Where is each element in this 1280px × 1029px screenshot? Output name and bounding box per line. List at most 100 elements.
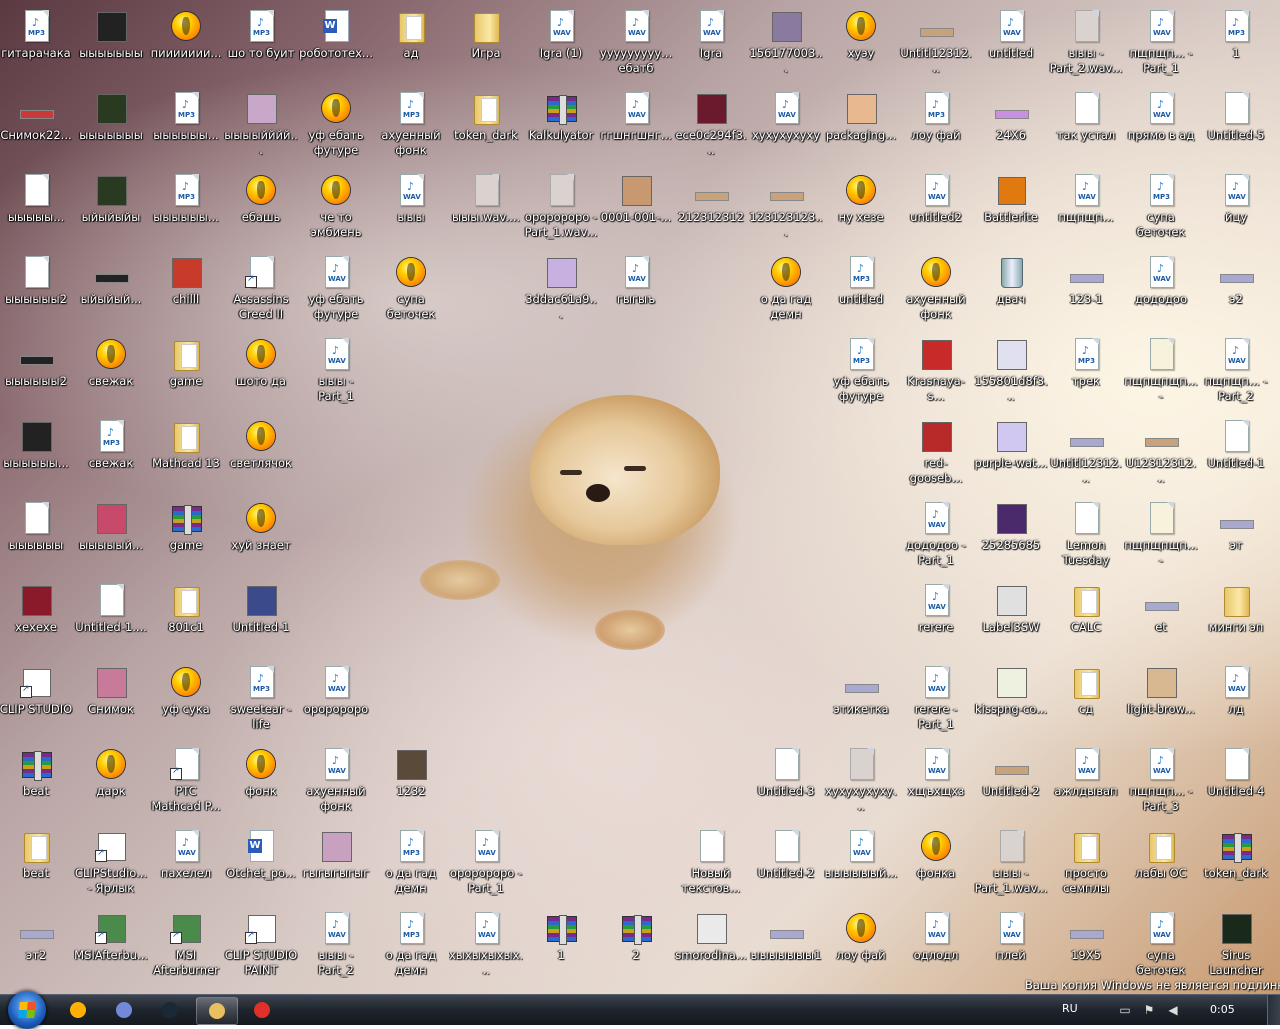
desktop-icon[interactable]: token_dark [1199,828,1273,910]
desktop-icon[interactable]: ♪ WAV хыхыхыхых... [449,910,523,992]
desktop-icon[interactable]: ♪ MP3 о да гад демн [374,910,448,992]
desktop-icon[interactable]: CLIP STUDIO [0,664,73,746]
desktop-icon[interactable]: ♪ MP3 untitled [824,254,898,336]
desktop-icon[interactable]: ыыыыыы2 [0,254,73,336]
desktop-icon[interactable]: ♪ WAV ыыы [374,172,448,254]
desktop-icon[interactable]: ыыыыйййй... [224,90,298,172]
desktop-icon[interactable]: ♪ WAV хщъхщхз [899,746,973,828]
taskbar-yandex-browser-button[interactable] [242,997,282,1023]
desktop-icon[interactable]: game [149,500,223,582]
desktop-icon[interactable]: ♪ WAV лд [1199,664,1273,746]
desktop-icon[interactable]: свежак [74,336,148,418]
desktop-icon[interactable]: ♪ MP3 ыыыыыы... [149,90,223,172]
desktop-icon[interactable]: ахуенный фонк [899,254,973,336]
desktop-icon[interactable]: ыыыыыыы [74,8,148,90]
desktop-icon[interactable]: о да гад демн [749,254,823,336]
desktop-icon[interactable]: 155801d8f3... [974,336,1048,418]
desktop-icon[interactable]: Untitled-1 [224,582,298,664]
desktop-icon[interactable]: CALC [1049,582,1123,664]
desktop-icon[interactable]: ыыыыыы2 [0,336,73,418]
desktop-icon[interactable]: 1 [524,910,598,992]
desktop-icon[interactable]: 1232 [374,746,448,828]
taskbar-steam-button[interactable] [150,997,190,1023]
desktop-icon[interactable]: beat [0,746,73,828]
desktop-icon[interactable]: ♪ WAV пщпщп... - Part_1 [1124,8,1198,90]
desktop-icon[interactable]: шото да [224,336,298,418]
desktop-icon[interactable]: ыыыыыыы1 [749,910,823,992]
taskbar-clock[interactable]: 0:05 [1210,1003,1235,1016]
desktop-icon[interactable]: ыыыыы... [0,172,73,254]
desktop-icon[interactable]: робототех... [299,8,373,90]
show-desktop-button[interactable] [1267,995,1280,1025]
desktop-icon[interactable]: Untitled-3 [749,746,823,828]
desktop-icon[interactable]: Untitl12312... [899,8,973,90]
desktop-icon[interactable]: просто семплы [1049,828,1123,910]
desktop-icon[interactable]: ♪ WAV ыыы - Part_2 [299,910,373,992]
desktop-icon[interactable]: минги эп [1199,582,1273,664]
desktop-icon[interactable]: пщпщпщп... - Part_2.wa... [1124,500,1198,582]
desktop-icon[interactable]: 212312312 [674,172,748,254]
desktop-icon[interactable]: ыыы - Part_1.wav.... [974,828,1048,910]
desktop-icon[interactable]: фонк [224,746,298,828]
desktop-icon[interactable]: Mathcad 13 [149,418,223,500]
desktop-icon[interactable]: token_dark [449,90,523,172]
desktop-icon[interactable]: ыыы - Part_2.wav.... [1049,8,1123,90]
desktop-icon[interactable]: Untitled-4 [1199,746,1273,828]
desktop-icon[interactable]: ♪ WAV прямо в ад [1124,90,1198,172]
desktop-icon[interactable]: хуй знает [224,500,298,582]
desktop-icon[interactable]: этикетка [824,664,898,746]
desktop-icon[interactable]: ♪ WAV одлодл [899,910,973,992]
desktop-icon[interactable]: эт [1199,500,1273,582]
desktop-icon[interactable]: ♪ MP3 sweetear - life [224,664,298,746]
desktop-icon[interactable]: packaging... [824,90,898,172]
desktop-icon[interactable]: 3ddac61a9... [524,254,598,336]
desktop-icon[interactable]: ♪MP3 уф ебать футуре трап [824,336,898,418]
desktop-icon[interactable]: ыыыыый... [74,500,148,582]
desktop-icon[interactable]: э2 [1199,254,1273,336]
desktop-icon[interactable]: светлячок [224,418,298,500]
desktop-icon[interactable]: уф ебать футуре трап [299,90,373,172]
desktop-icon[interactable]: пщпщпщп... - Part_3.wa... [1124,336,1198,418]
desktop-icon[interactable]: ♪ MP3 ыыыыыы... [149,172,223,254]
desktop-icon[interactable]: Otchet_po... [224,828,298,910]
desktop-icon[interactable]: ♪ WAV Igra [674,8,748,90]
desktop-icon[interactable]: хухухухуху... [824,746,898,828]
desktop-icon[interactable]: ебашь [224,172,298,254]
desktop-icon[interactable]: kisspng-co... [974,664,1048,746]
desktop-icon[interactable]: Untitled-5 [1199,90,1273,172]
desktop-icon[interactable]: ♪ MP3 лоу фай [899,90,973,172]
language-indicator[interactable]: RU [1062,1002,1078,1015]
volume-icon[interactable]: ◀ [1166,1003,1180,1017]
desktop-icon[interactable]: гыгыгыгыг [299,828,373,910]
desktop-icon[interactable]: Battlerite [974,172,1048,254]
desktop-icon[interactable]: ♪ WAV ажлдывап [1049,746,1123,828]
desktop-icon[interactable]: ыыыыыы... [0,418,73,500]
desktop-icon[interactable]: 24X6 [974,90,1048,172]
desktop-icon[interactable]: 156177003... [749,8,823,90]
desktop-icon[interactable]: че то эмбиень [299,172,373,254]
desktop-icon[interactable]: ♪ MP3 о да гад демн [374,828,448,910]
desktop-icon[interactable]: ♪ WAV пахелел [149,828,223,910]
desktop-icon[interactable]: ♪ WAV ороророро [299,664,373,746]
desktop-icon[interactable]: 123-1 [1049,254,1123,336]
desktop-icon[interactable]: Lemon Tuesday [1049,500,1123,582]
desktop-icon[interactable]: ♪ WAV ггшнгшнг... [599,90,673,172]
desktop-icon[interactable]: ♪ WAV йцу [1199,172,1273,254]
desktop-icon[interactable]: ну хезе [824,172,898,254]
desktop-icon[interactable]: Untitl12312... [1049,418,1123,500]
taskbar-discord-button[interactable] [104,997,144,1023]
desktop-icon[interactable]: ♪ MP3 шо то буит [224,8,298,90]
desktop-icon[interactable]: ♪ MP3 супа беточек [1124,172,1198,254]
desktop-icon[interactable]: двач [974,254,1048,336]
start-button[interactable] [8,991,46,1029]
desktop-icon[interactable]: Untitled-1.... [74,582,148,664]
desktop-icon[interactable]: Новый текстов... [674,828,748,910]
taskbar-explorer-button[interactable] [196,997,238,1025]
desktop-icon[interactable]: ыйыйыйы [74,172,148,254]
desktop-icon[interactable]: ыйыйый... [74,254,148,336]
desktop-icon[interactable]: хуэу [824,8,898,90]
desktop-icon[interactable]: CLIPStudio... - Ярлык [74,828,148,910]
desktop-icon[interactable]: game [149,336,223,418]
desktop-icon[interactable]: ♪ WAV ахуенный фонк [299,746,373,828]
desktop-icon[interactable]: Untitled-2 [749,828,823,910]
